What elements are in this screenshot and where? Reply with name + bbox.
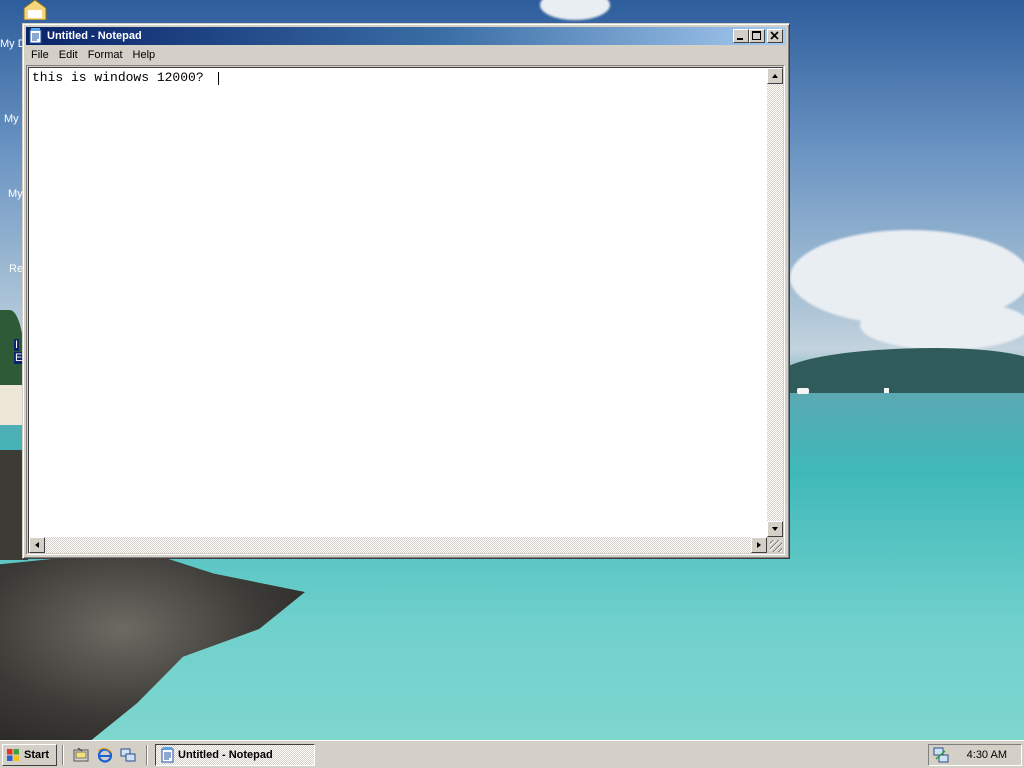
my-documents-icon[interactable]	[20, 0, 50, 21]
menu-format[interactable]: Format	[83, 46, 128, 64]
cloud	[540, 0, 610, 20]
clock[interactable]: 4:30 AM	[967, 745, 1007, 765]
network-status-icon[interactable]	[933, 747, 949, 763]
text-editor[interactable]: this is windows 12000?	[26, 65, 785, 555]
title-bar[interactable]: Untitled - Notepad	[26, 27, 786, 45]
desktop-icon-label[interactable]: My	[8, 188, 23, 200]
menu-file[interactable]: File	[26, 46, 54, 64]
menu-help[interactable]: Help	[128, 46, 161, 64]
desktop-icon-label[interactable]: I	[14, 339, 20, 351]
menu-bar: File Edit Format Help	[26, 46, 786, 64]
vertical-scrollbar[interactable]	[767, 68, 783, 537]
horizontal-scrollbar[interactable]	[29, 537, 767, 553]
text-editor-surface[interactable]: this is windows 12000?	[28, 67, 783, 553]
scroll-left-button[interactable]	[29, 537, 45, 553]
scroll-right-button[interactable]	[751, 537, 767, 553]
start-button[interactable]: Start	[2, 744, 57, 766]
cloud	[860, 300, 1024, 350]
scroll-down-button[interactable]	[767, 521, 783, 537]
close-icon	[770, 31, 779, 40]
trees	[0, 310, 24, 390]
scroll-up-button[interactable]	[767, 68, 783, 84]
maximize-button[interactable]	[749, 29, 765, 43]
arrow-down-icon	[772, 527, 778, 531]
window-title: Untitled - Notepad	[47, 30, 142, 42]
desktop-icon-label[interactable]: Re	[9, 263, 23, 275]
size-grip[interactable]	[767, 537, 783, 553]
windows-logo-icon	[7, 749, 19, 761]
internet-explorer-icon[interactable]	[97, 747, 113, 763]
hills	[780, 348, 1024, 393]
taskbar-item-notepad[interactable]: Untitled - Notepad	[155, 744, 315, 766]
rocks	[0, 555, 305, 740]
minimize-button[interactable]	[733, 29, 749, 43]
document-text[interactable]: this is windows 12000?	[32, 70, 211, 85]
notepad-window: Untitled - Notepad File Edit Format Help th…	[22, 23, 790, 559]
taskbar-separator	[146, 745, 148, 765]
taskbar-item-label: Untitled - Notepad	[178, 749, 273, 761]
notepad-icon	[29, 28, 42, 44]
arrow-left-icon	[35, 542, 39, 548]
notepad-icon	[161, 747, 174, 763]
close-button[interactable]	[767, 29, 783, 43]
arrow-up-icon	[772, 74, 778, 78]
text-caret	[218, 72, 219, 85]
show-desktop-icon[interactable]	[73, 747, 89, 763]
system-tray: 4:30 AM	[928, 744, 1022, 766]
arrow-right-icon	[757, 542, 761, 548]
maximize-icon	[752, 31, 761, 40]
taskbar: Start Untitled - Notepad 4:30 AM	[0, 740, 1024, 768]
network-icon[interactable]	[120, 747, 136, 763]
resize-grip-icon	[770, 540, 782, 552]
minimize-icon	[737, 38, 743, 40]
taskbar-separator	[62, 745, 64, 765]
boat	[797, 388, 809, 394]
boat	[884, 388, 889, 393]
menu-edit[interactable]: Edit	[54, 46, 83, 64]
start-label: Start	[24, 749, 50, 761]
desktop-icon-label[interactable]: My	[4, 113, 19, 125]
